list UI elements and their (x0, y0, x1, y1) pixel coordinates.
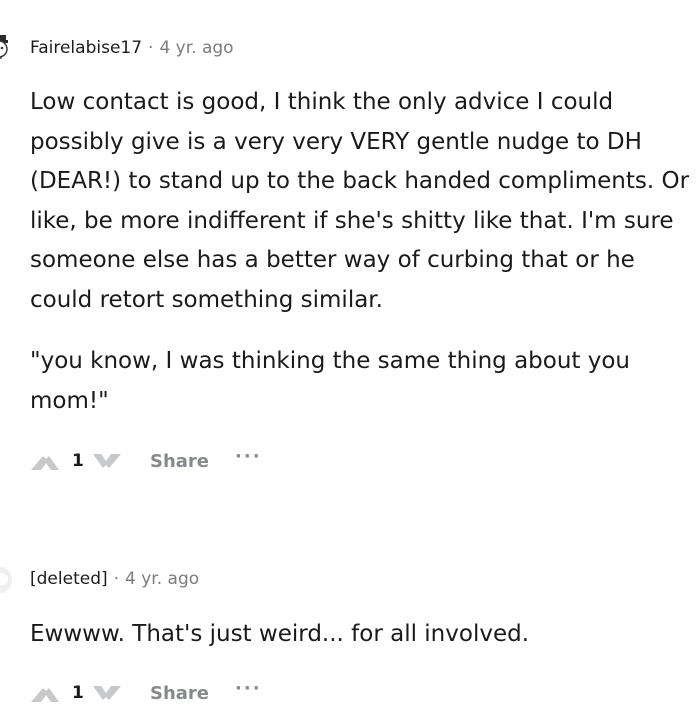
more-options-button[interactable]: ··· (235, 678, 262, 699)
vote-score: 1 (72, 451, 84, 471)
comment-paragraph: Ewwww. That's just weird... for all invo… (30, 621, 530, 647)
comment-actions: 1 Share ··· (30, 446, 262, 476)
comment-paragraph: "you know, I was thinking the same thing… (30, 348, 631, 414)
author-link[interactable]: Fairelabise17 (30, 38, 142, 58)
timestamp-link[interactable]: 4 yr. ago (159, 38, 233, 58)
comment-body: Low contact is good, I think the only ad… (30, 83, 690, 421)
downvote-arrow-icon[interactable] (92, 450, 122, 472)
share-button[interactable]: Share (150, 683, 209, 704)
share-button[interactable]: Share (150, 451, 209, 472)
meta-separator: · (148, 38, 154, 58)
vote-score: 1 (72, 683, 84, 703)
snoo-avatar-icon (0, 35, 8, 59)
upvote-arrow-icon[interactable] (30, 450, 60, 472)
timestamp-link[interactable]: 4 yr. ago (125, 569, 199, 589)
downvote-arrow-icon[interactable] (92, 682, 122, 704)
default-avatar-icon (0, 567, 12, 593)
comment-actions: 1 Share ··· (30, 678, 262, 708)
comment-meta: Fairelabise17 · 4 yr. ago (30, 38, 234, 58)
more-options-button[interactable]: ··· (235, 446, 262, 467)
comment-meta: [deleted] · 4 yr. ago (30, 569, 199, 589)
comment-paragraph: Low contact is good, I think the only ad… (30, 89, 690, 313)
comment-body: Ewwww. That's just weird... for all invo… (30, 615, 690, 655)
upvote-arrow-icon[interactable] (30, 682, 60, 704)
meta-separator: · (113, 569, 120, 589)
avatar[interactable] (0, 33, 12, 59)
author-link[interactable]: [deleted] (30, 569, 108, 589)
avatar[interactable] (0, 567, 12, 593)
